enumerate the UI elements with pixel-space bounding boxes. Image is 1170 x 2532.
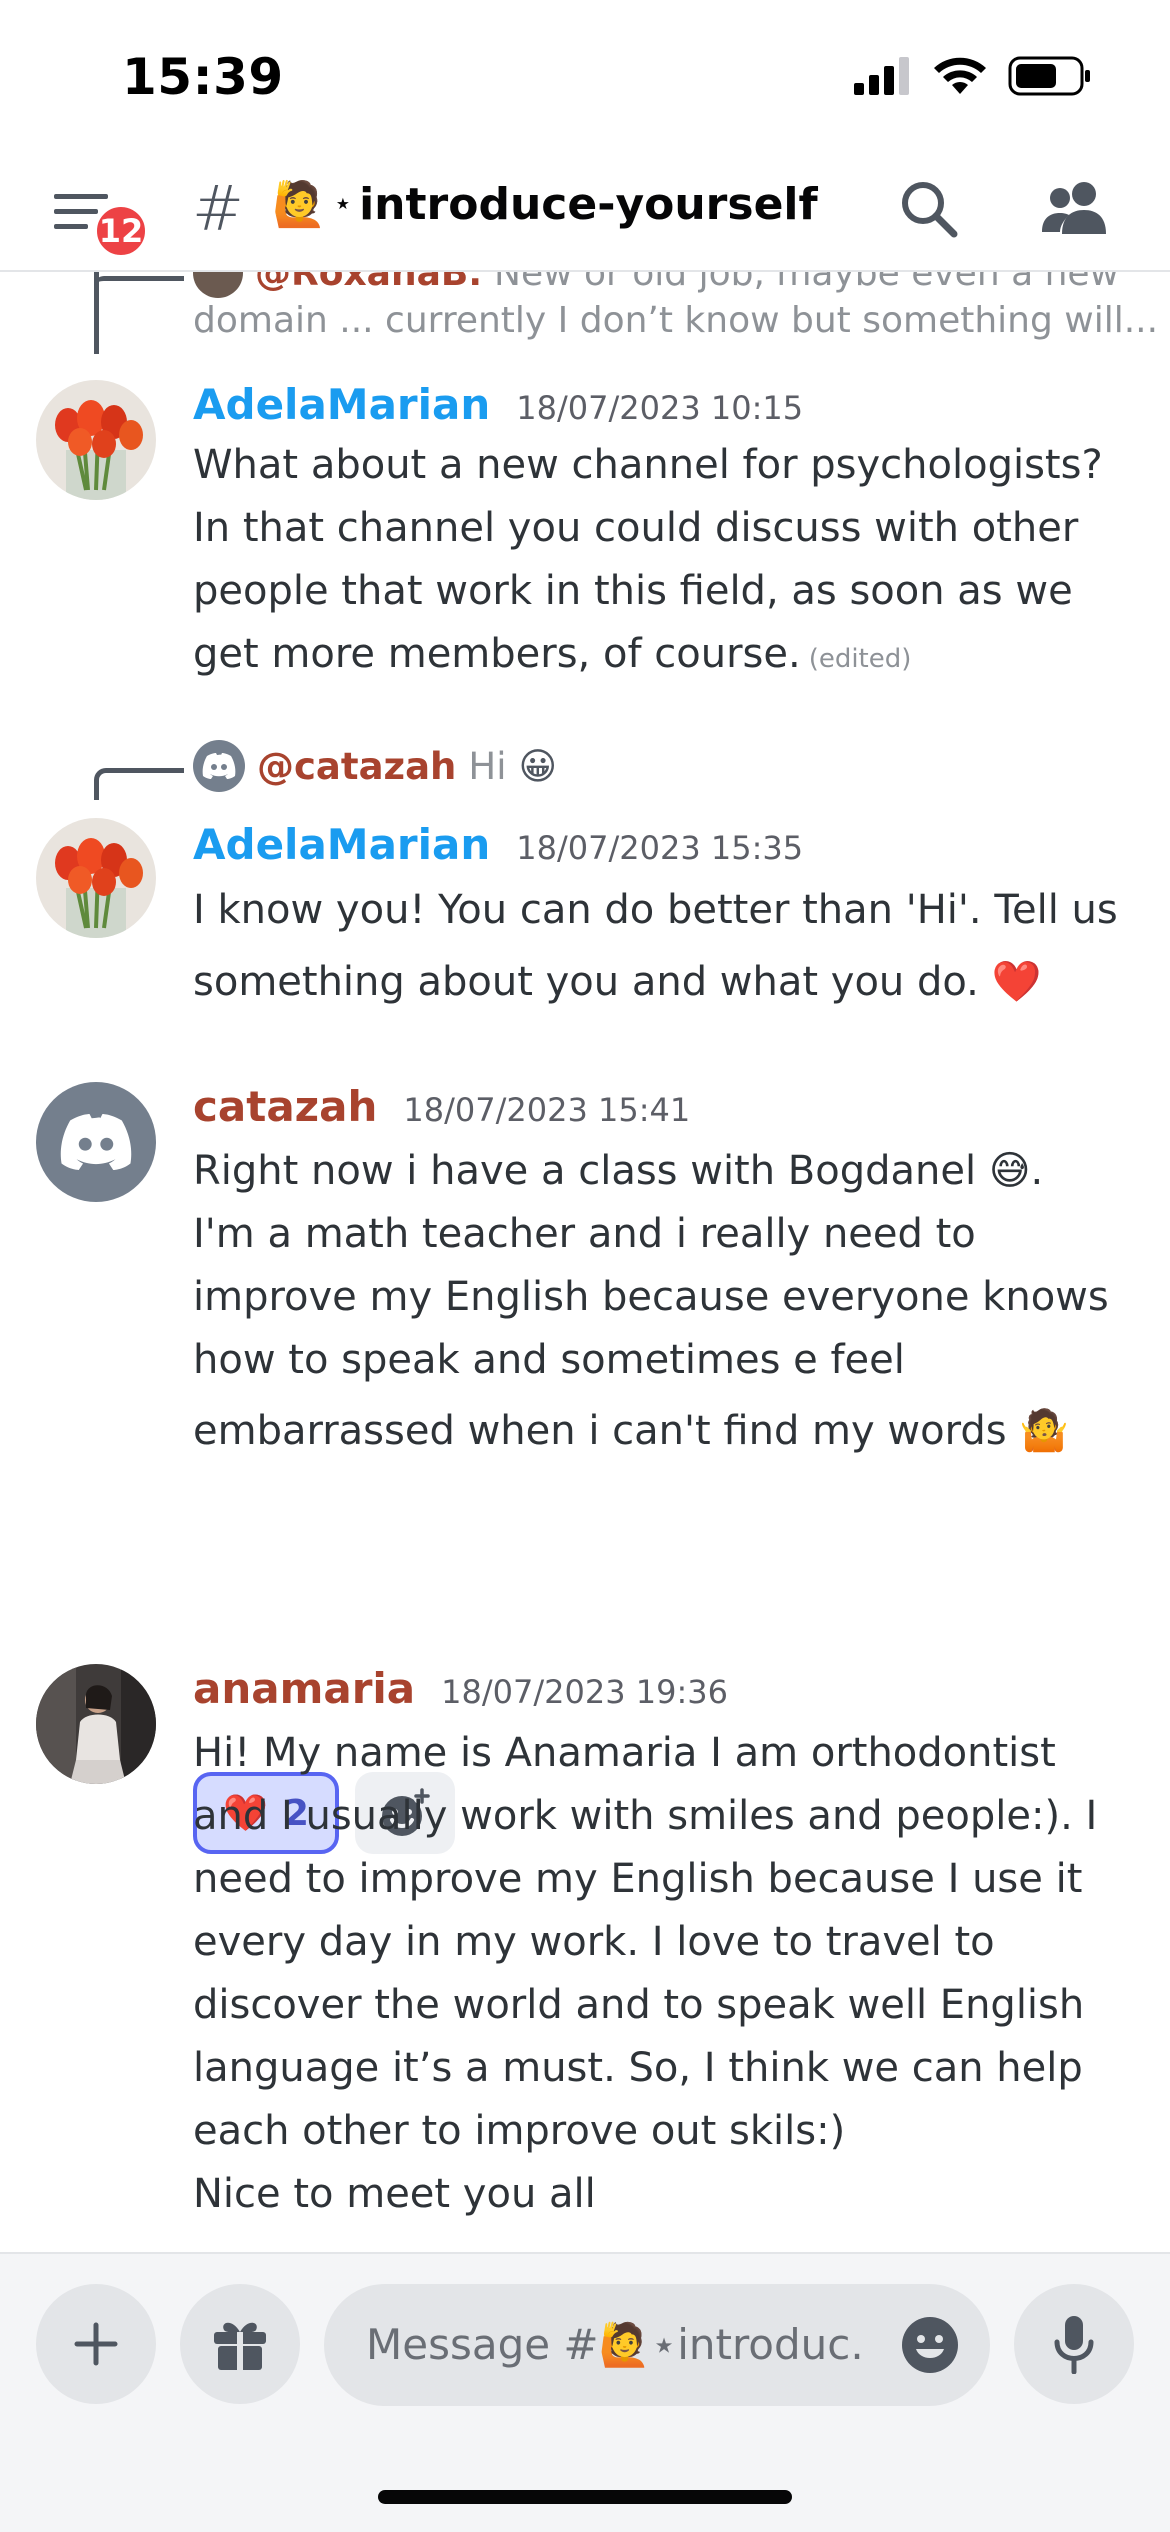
gift-icon [214,2322,266,2370]
tulips-avatar-image [36,818,156,938]
message-line: language it’s a must. So, I think we can… [193,2045,1083,2091]
voice-message-button[interactable] [1014,2284,1134,2404]
channel-emoji: 🙋 [272,179,327,230]
message-line: improve my English because everyone know… [193,1274,1109,1320]
author-name[interactable]: catazah [193,1082,377,1131]
message-input[interactable]: Message #🙋⋆introduc... [324,2284,990,2406]
message-line-last: get more members, of course. (edited) [193,623,1133,691]
message-header: AdelaMarian 18/07/2023 15:35 [193,820,803,869]
message-line: embarrassed when i can't find my words [193,1408,1007,1454]
message-line: how to speak and sometimes e feel [193,1337,905,1383]
status-icons [854,56,1092,96]
reply-connector [94,276,184,286]
wifi-icon [934,57,986,94]
timestamp: 18/07/2023 10:15 [516,389,804,427]
search-icon [902,182,958,238]
unread-badge: 12 [92,202,150,260]
battery-icon [1008,56,1090,96]
message-header: catazah 18/07/2023 15:41 [193,1082,690,1131]
timestamp: 18/07/2023 15:35 [516,829,804,867]
message-header: AdelaMarian 18/07/2023 10:15 [193,380,803,429]
reply-preview[interactable]: @RoxanaB. New or old job, maybe even a n… [193,272,1119,298]
reply-text: Hi [468,744,507,788]
message-body: What about a new channel for psychologis… [193,434,1133,691]
message-line-first: Right now i have a class with Bogdanel 😅… [193,1148,1044,1194]
channel-prefix: ⋆ [334,189,352,219]
message-body: Right now i have a class with Bogdanel 😅… [193,1140,1133,1463]
reply-preview-line2: domain ... currently I don’t know but so… [193,300,1159,341]
status-bar: 15:39 [0,0,1170,150]
message-line-last: something about you and what you do. ❤️ [193,946,1133,1018]
channel-title[interactable]: 🙋 ⋆ introduce-yourself [272,178,818,231]
message-line: each other to improve out skils:) [193,2108,846,2154]
timestamp: 18/07/2023 19:36 [441,1673,728,1711]
members-button[interactable] [1040,178,1120,248]
message-line: What about a new channel for psychologis… [193,442,1103,488]
discord-logo-icon [202,753,236,779]
emoji-picker-button[interactable] [900,2315,960,2375]
message-line: Nice to meet you all [193,2171,596,2217]
reply-avatar-discord [193,740,245,792]
shrug-emoji: 🤷 [1019,1408,1070,1454]
author-name[interactable]: anamaria [193,1664,415,1713]
message-line: something about you and what you do. [193,959,979,1005]
search-button[interactable] [898,178,968,248]
channel-hash-icon: # [192,172,244,245]
message-line: and I usually work with smiles and peopl… [193,1793,1098,1839]
reply-avatar [193,272,243,298]
edited-label: (edited) [808,644,912,674]
message-line: I'm a math teacher and i really need to [193,1211,976,1257]
sweat-smile-emoji: 😅 [988,1148,1031,1194]
reply-author: @RoxanaB. [255,272,483,294]
timestamp: 18/07/2023 15:41 [403,1091,691,1129]
channel-name: introduce-yourself [359,178,818,230]
emoji-face-icon [902,2317,958,2373]
author-name[interactable]: AdelaMarian [193,820,490,869]
message-line: In that channel you could discuss with o… [193,505,1079,551]
channel-header: 12 # 🙋 ⋆ introduce-yourself [0,150,1170,272]
message-body: I know you! You can do better than 'Hi'.… [193,874,1133,1018]
reply-author: @catazah [257,744,457,788]
message-line: Right now i have a class with Bogdanel [193,1148,977,1194]
reply-preview[interactable]: @catazah Hi 😀 [193,740,557,792]
gift-button[interactable] [180,2284,300,2404]
author-name[interactable]: AdelaMarian [193,380,490,429]
message-line: discover the world and to speak well Eng… [193,1982,1085,2028]
message-list[interactable]: @RoxanaB. New or old job, maybe even a n… [0,272,1170,2252]
members-icon [1042,182,1106,234]
message-line: need to improve my English because I use… [193,1856,1083,1902]
avatar[interactable] [36,380,156,500]
reply-emoji: 😀 [518,744,558,788]
message-placeholder: Message #🙋⋆introduc... [366,2320,866,2369]
cellular-signal-icon [854,57,909,95]
tulips-avatar-image [36,380,156,500]
add-attachment-button[interactable] [36,2284,156,2404]
message-line: every day in my work. I love to travel t… [193,1919,995,1965]
message-line: get more members, of course. [193,631,801,677]
home-indicator[interactable] [378,2490,792,2504]
avatar[interactable] [36,1082,156,1202]
discord-default-avatar-icon [60,1114,132,1170]
user-photo-avatar [36,1664,156,1784]
message-body: Hi! My name is Anamaria I am orthodontis… [193,1722,1133,2226]
plus-icon [74,2322,118,2366]
reply-text: New or old job, maybe even a new [494,272,1119,294]
avatar[interactable] [36,1664,156,1784]
message-line-last: embarrassed when i can't find my words 🤷 [193,1400,1133,1463]
microphone-icon [1054,2316,1094,2374]
heart-emoji: ❤️ [991,959,1042,1005]
menu-button[interactable]: 12 [50,180,150,260]
message-line: I know you! You can do better than 'Hi'.… [193,887,1118,933]
message-line: Hi! My name is Anamaria I am orthodontis… [193,1730,1056,1776]
status-time: 15:39 [122,48,284,106]
reply-connector [94,768,184,800]
message-header: anamaria 18/07/2023 19:36 [193,1664,728,1713]
avatar[interactable] [36,818,156,938]
message-line: people that work in this field, as soon … [193,568,1073,614]
